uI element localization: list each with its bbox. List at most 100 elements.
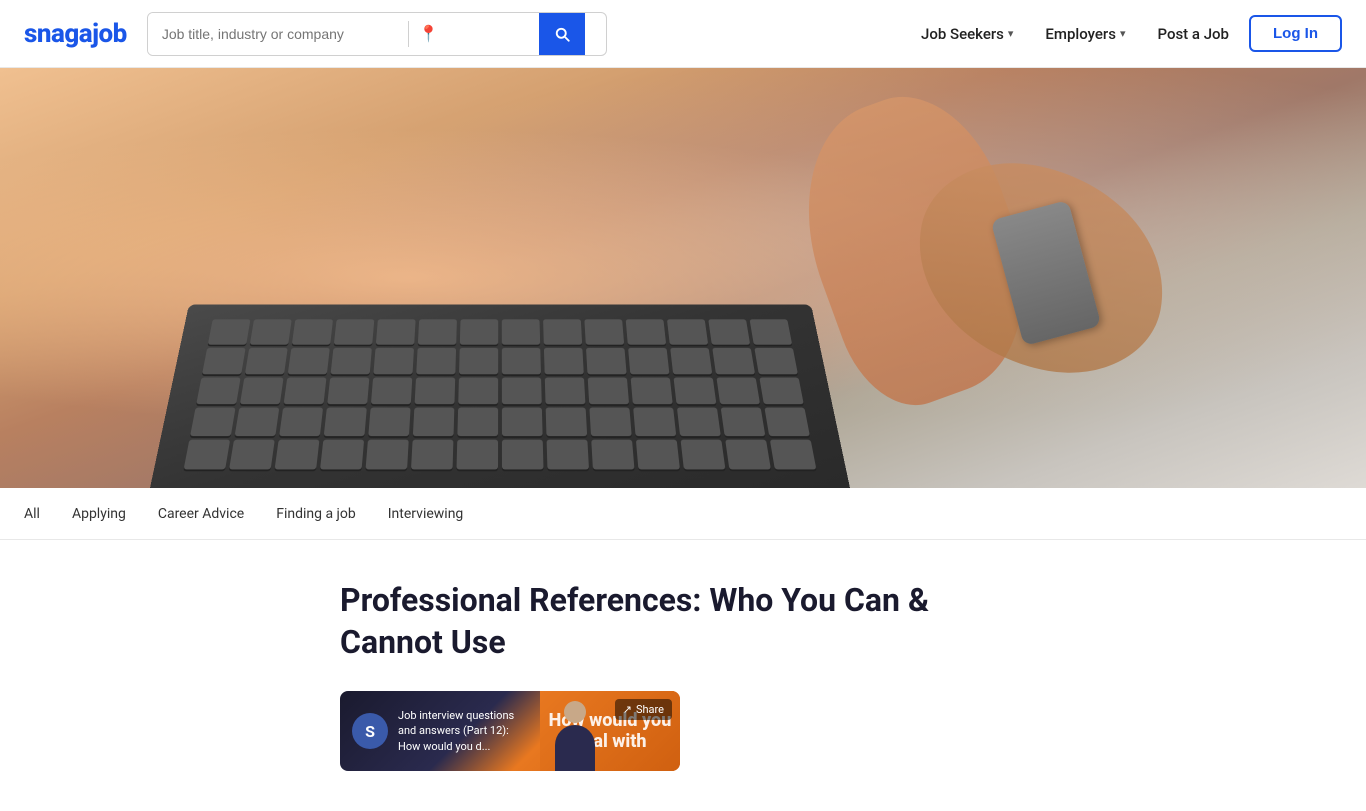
category-finding-a-job[interactable]: Finding a job (276, 502, 356, 526)
key (460, 319, 498, 344)
video-thumbnail[interactable]: S Job interview questions and answers (P… (340, 691, 680, 771)
video-left-panel: S Job interview questions and answers (P… (340, 708, 540, 754)
key (284, 377, 327, 404)
job-seekers-nav-item[interactable]: Job Seekers ▾ (909, 17, 1025, 51)
key (543, 319, 582, 344)
key (202, 348, 246, 374)
key (677, 408, 721, 436)
location-pin-icon: 📍 (419, 24, 439, 43)
employers-nav-item[interactable]: Employers ▾ (1033, 17, 1137, 51)
key (636, 440, 680, 470)
key (240, 377, 284, 404)
key (667, 319, 708, 344)
key (708, 319, 750, 344)
key (229, 440, 275, 470)
key (324, 408, 367, 436)
person-head-shape (564, 701, 586, 723)
key (502, 408, 543, 436)
key (416, 348, 456, 374)
key (754, 348, 798, 374)
video-right-panel: How would you deal with ↗ Share (540, 691, 680, 771)
key (288, 348, 330, 374)
key (712, 348, 755, 374)
key (586, 348, 627, 374)
key (245, 348, 288, 374)
job-search-input[interactable] (148, 13, 408, 55)
key (626, 319, 666, 344)
key (413, 408, 455, 436)
key (764, 408, 809, 436)
key (184, 440, 231, 470)
key (770, 440, 817, 470)
key (673, 377, 716, 404)
key (547, 440, 589, 470)
key (681, 440, 726, 470)
key (292, 319, 333, 344)
key (502, 440, 544, 470)
category-all[interactable]: All (24, 502, 40, 526)
share-overlay[interactable]: ↗ Share (615, 699, 672, 720)
key (275, 440, 320, 470)
hero-shapes (0, 68, 1366, 488)
key (725, 440, 771, 470)
key (250, 319, 292, 344)
key (721, 408, 766, 436)
search-button[interactable] (539, 12, 585, 56)
key (502, 348, 541, 374)
main-content: Professional References: Who You Can & C… (0, 540, 1366, 811)
key (411, 440, 453, 470)
video-avatar: S (352, 713, 388, 749)
category-career-advice[interactable]: Career Advice (158, 502, 244, 526)
key (457, 408, 498, 436)
category-nav: All Applying Career Advice Finding a job… (0, 488, 1366, 540)
key (628, 348, 669, 374)
job-seekers-chevron-icon: ▾ (1008, 27, 1014, 40)
key (759, 377, 803, 404)
key (546, 408, 588, 436)
hero-image (0, 68, 1366, 488)
key (591, 440, 634, 470)
key (366, 440, 409, 470)
laptop-keys (184, 319, 817, 469)
key (190, 408, 235, 436)
post-job-link[interactable]: Post a Job (1145, 17, 1241, 51)
key (633, 408, 676, 436)
key (208, 319, 251, 344)
logo[interactable]: snagajob (24, 19, 127, 49)
key (235, 408, 280, 436)
key (334, 319, 374, 344)
logo-text-job: job (92, 19, 127, 49)
key (320, 440, 364, 470)
key (373, 348, 414, 374)
employers-chevron-icon: ▾ (1120, 27, 1126, 40)
key (331, 348, 372, 374)
key (368, 408, 410, 436)
key (750, 319, 793, 344)
search-icon (553, 25, 571, 43)
category-interviewing[interactable]: Interviewing (388, 502, 464, 526)
key (327, 377, 369, 404)
person-silhouette (550, 701, 600, 771)
key (371, 377, 412, 404)
key (716, 377, 760, 404)
key (670, 348, 712, 374)
key (631, 377, 673, 404)
employers-label: Employers (1045, 25, 1116, 43)
job-seekers-label: Job Seekers (921, 25, 1004, 43)
key (502, 319, 540, 344)
location-input[interactable]: 90012 (445, 26, 515, 42)
person-body-shape (555, 725, 595, 771)
category-applying[interactable]: Applying (72, 502, 126, 526)
location-wrapper: 📍 90012 (409, 13, 539, 55)
main-nav: Job Seekers ▾ Employers ▾ Post a Job Log… (909, 15, 1342, 52)
article-title: Professional References: Who You Can & C… (340, 580, 1000, 663)
key (415, 377, 456, 404)
login-button[interactable]: Log In (1249, 15, 1342, 52)
share-label: Share (636, 703, 664, 716)
key (196, 377, 240, 404)
logo-text-snaga: snaga (24, 19, 92, 49)
video-caption: Job interview questions and answers (Par… (398, 708, 528, 754)
key (458, 377, 498, 404)
laptop-base-shape (150, 304, 850, 488)
key (589, 408, 631, 436)
